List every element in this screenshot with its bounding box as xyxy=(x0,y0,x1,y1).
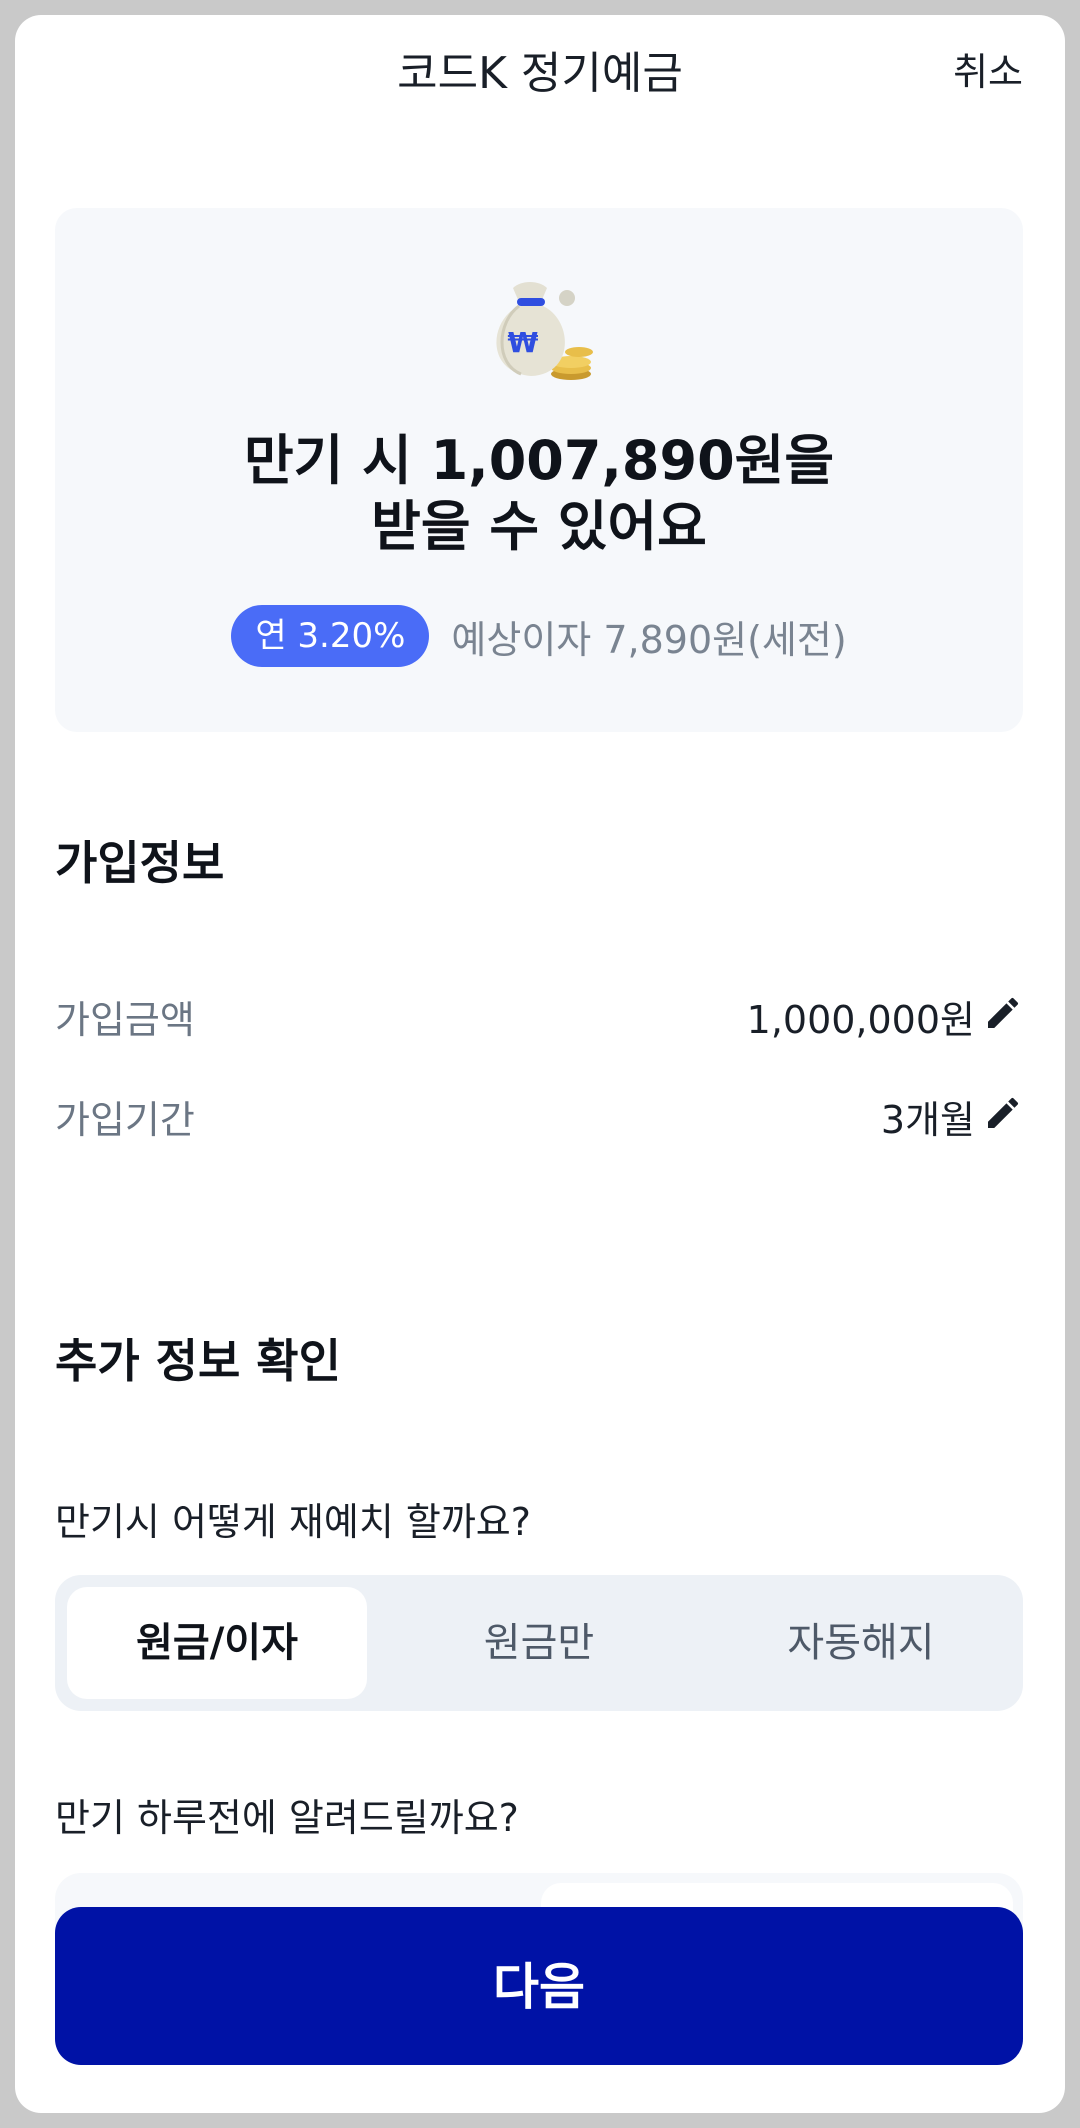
option-principal-only[interactable]: 원금만 xyxy=(389,1587,689,1699)
rate-row: 연 3.20% 예상이자 7,890원(세전) xyxy=(55,605,1023,667)
interest-rate-badge: 연 3.20% xyxy=(231,605,430,667)
notify-question: 만기 하루전에 알려드릴까요? xyxy=(55,1796,519,1840)
maturity-amount-title: 만기 시 1,007,890원을 받을 수 있어요 xyxy=(55,428,1023,560)
join-period-value: 3개월 xyxy=(880,1098,975,1142)
join-amount-label: 가입금액 xyxy=(55,998,195,1042)
won-symbol: ₩ xyxy=(508,326,539,359)
page-title: 코드K 정기예금 xyxy=(397,48,683,99)
next-button[interactable]: 다음 xyxy=(55,1907,1023,2065)
reinvest-question: 만기시 어떻게 재예치 할까요? xyxy=(55,1500,531,1544)
join-period-label: 가입기간 xyxy=(55,1098,195,1142)
header: 코드K 정기예금 취소 xyxy=(15,15,1065,125)
reinvest-option-selector: 원금/이자 원금만 자동해지 xyxy=(55,1575,1023,1711)
maturity-title-line2: 받을 수 있어요 xyxy=(371,495,707,558)
cancel-button[interactable]: 취소 xyxy=(953,41,1023,96)
maturity-title-line1: 만기 시 1,007,890원을 xyxy=(243,429,835,492)
option-principal-interest[interactable]: 원금/이자 xyxy=(67,1587,367,1699)
money-bag-icon: ₩ xyxy=(496,282,593,380)
join-info-heading: 가입정보 xyxy=(55,836,225,890)
pencil-icon[interactable] xyxy=(983,1093,1023,1133)
additional-info-heading: 추가 정보 확인 xyxy=(55,1334,341,1388)
join-amount-value: 1,000,000원 xyxy=(746,998,975,1042)
option-auto-close[interactable]: 자동해지 xyxy=(711,1587,1011,1699)
join-amount-row: 가입금액 1,000,000원 xyxy=(55,983,1023,1043)
expected-interest: 예상이자 7,890원(세전) xyxy=(451,617,847,662)
bottom-sheet: 코드K 정기예금 취소 ₩ 만기 시 1,007,890원을 받을 수 있어요 … xyxy=(15,15,1065,2113)
pencil-icon[interactable] xyxy=(983,993,1023,1033)
maturity-summary-card: ₩ 만기 시 1,007,890원을 받을 수 있어요 연 3.20% 예상이자… xyxy=(55,208,1023,732)
join-period-row: 가입기간 3개월 xyxy=(55,1083,1023,1143)
